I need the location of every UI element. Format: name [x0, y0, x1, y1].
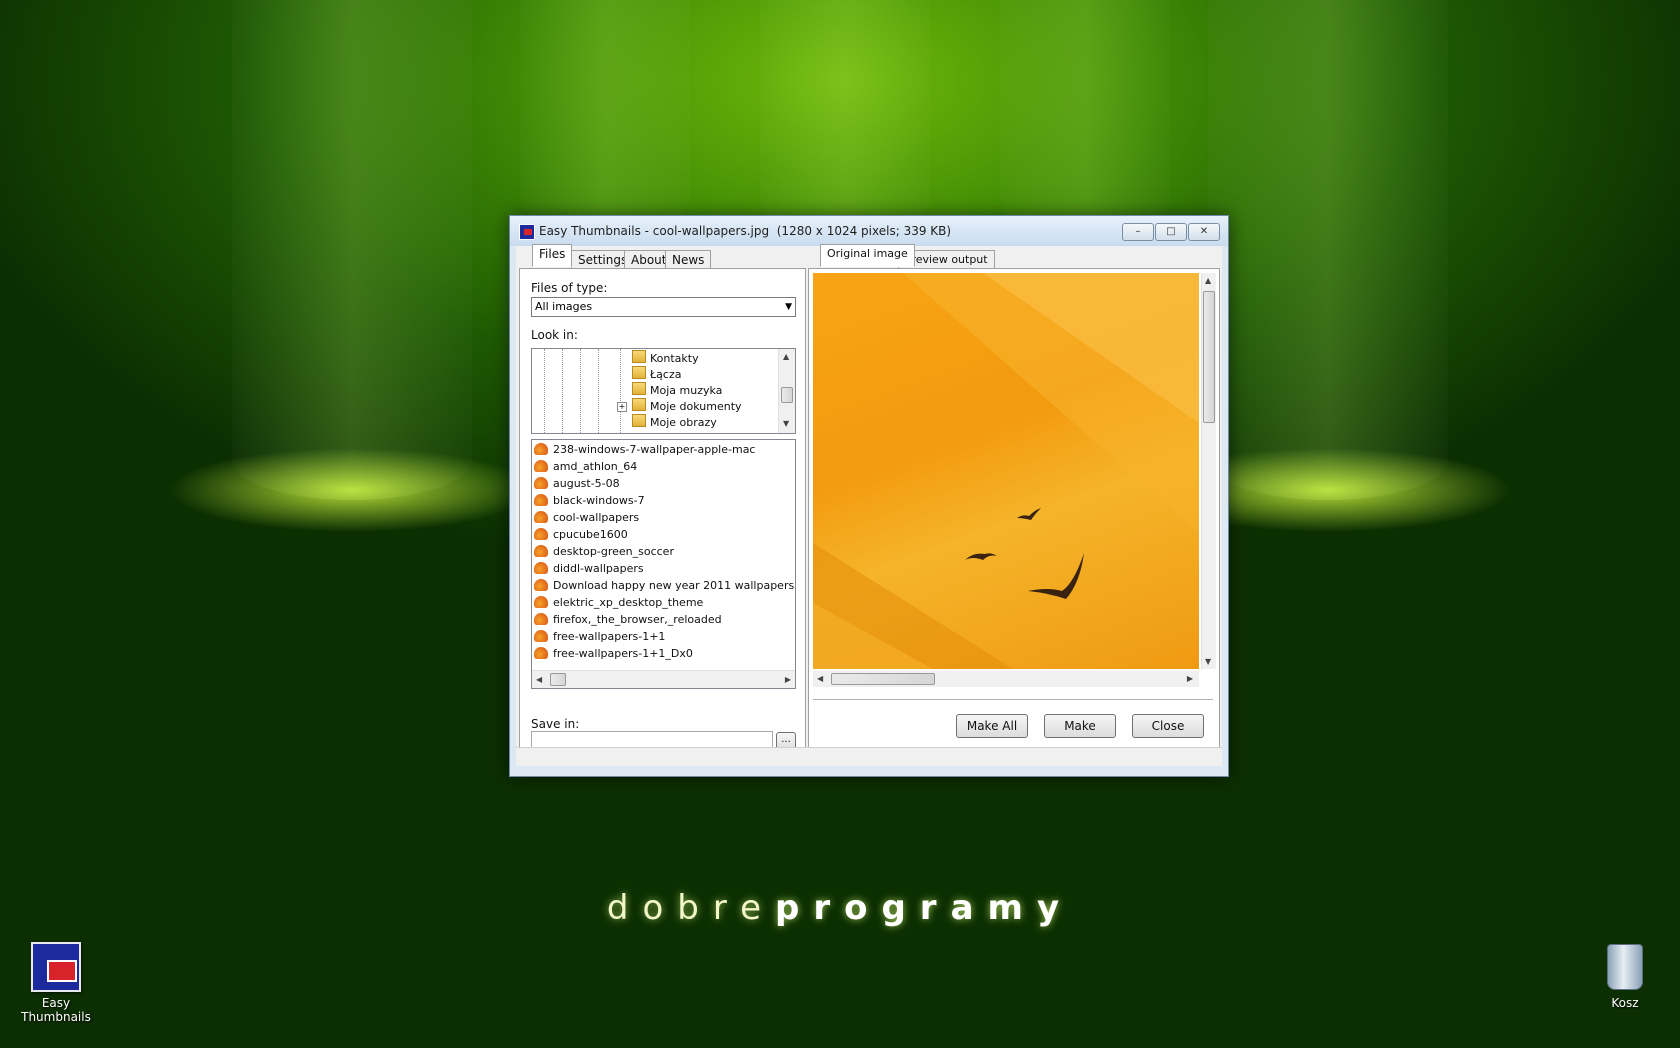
list-item[interactable]: august-5-08: [534, 475, 620, 492]
image-file-icon: [534, 545, 548, 557]
file-list: 238-windows-7-wallpaper-apple-mac amd_at…: [531, 439, 796, 689]
desktop-icon-label: Easy Thumbnails: [21, 996, 91, 1024]
wallpaper-light-pillar: [520, 0, 690, 230]
files-of-type-select[interactable]: All images ▼: [531, 297, 796, 317]
tab-news[interactable]: News: [665, 250, 712, 270]
tree-item[interactable]: Moje obrazy: [632, 414, 717, 430]
wallpaper-light-pillar: [760, 0, 930, 230]
minimize-button[interactable]: –: [1122, 223, 1154, 241]
image-file-icon: [534, 596, 548, 608]
wallpaper-brand-text: dobreprogramy: [606, 888, 1074, 928]
expand-icon[interactable]: +: [617, 402, 627, 412]
tab-original-image[interactable]: Original image: [820, 244, 915, 267]
make-all-button[interactable]: Make All: [956, 714, 1028, 738]
scroll-up-icon[interactable]: ▲: [1205, 276, 1211, 285]
scroll-right-icon[interactable]: ▶: [785, 675, 791, 684]
folder-icon: [632, 382, 646, 395]
separator: [813, 699, 1213, 700]
wallpaper-light-pillar: [1208, 0, 1448, 500]
easy-thumbnails-app-icon: [31, 942, 81, 992]
close-button[interactable]: Close: [1132, 714, 1204, 738]
folder-icon: [632, 350, 646, 363]
scroll-up-icon[interactable]: ▲: [783, 352, 789, 361]
image-file-icon: [534, 528, 548, 540]
list-item[interactable]: cool-wallpapers: [534, 509, 639, 526]
image-panel: ▲ ▼ ◀ ▶ Make All Make Close: [808, 268, 1220, 748]
list-item[interactable]: Download happy new year 2011 wallpapers …: [534, 577, 795, 594]
list-item[interactable]: cpucube1600: [534, 526, 628, 543]
wallpaper-light-pillar: [232, 0, 472, 500]
scroll-down-icon[interactable]: ▼: [1205, 657, 1211, 666]
list-item[interactable]: diddl-wallpapers: [534, 560, 644, 577]
preview-hscrollbar[interactable]: ◀ ▶: [813, 671, 1199, 687]
file-list-hscrollbar[interactable]: ◀ ▶: [532, 670, 795, 688]
image-file-icon: [534, 477, 548, 489]
folder-icon: [632, 366, 646, 379]
save-in-label: Save in:: [531, 717, 580, 731]
window-titlebar[interactable]: Easy Thumbnails - cool-wallpapers.jpg (1…: [510, 216, 1228, 246]
window-client-area: Files Settings About News Files of type:…: [516, 244, 1222, 766]
image-file-icon: [534, 647, 548, 659]
folder-icon: [632, 414, 646, 427]
desktop-recycle-bin[interactable]: Kosz: [1590, 944, 1660, 1010]
easy-thumbnails-window: Easy Thumbnails - cool-wallpapers.jpg (1…: [509, 215, 1229, 777]
tree-item[interactable]: Łącza: [632, 366, 682, 382]
list-item[interactable]: free-wallpapers-1+1: [534, 628, 665, 645]
maximize-button[interactable]: □: [1155, 223, 1187, 241]
image-file-icon: [534, 494, 548, 506]
scrollbar-thumb[interactable]: [781, 387, 793, 403]
scrollbar-thumb[interactable]: [550, 673, 566, 686]
tree-item[interactable]: Kontakty: [632, 350, 699, 366]
scroll-left-icon[interactable]: ◀: [536, 675, 542, 684]
files-panel: Files of type: All images ▼ Look in: Kont…: [519, 268, 806, 752]
list-item[interactable]: desktop-green_soccer: [534, 543, 674, 560]
original-image-preview: [813, 273, 1199, 669]
preview-vscrollbar[interactable]: ▲ ▼: [1201, 273, 1216, 669]
recycle-bin-icon: [1607, 944, 1643, 990]
scroll-right-icon[interactable]: ▶: [1187, 674, 1193, 683]
image-file-icon: [534, 613, 548, 625]
folder-icon: [632, 398, 646, 411]
desktop-shortcut-easy-thumbnails[interactable]: Easy Thumbnails: [8, 942, 104, 1024]
window-title: Easy Thumbnails - cool-wallpapers.jpg (1…: [539, 224, 952, 238]
list-item[interactable]: firefox,_the_browser,_reloaded: [534, 611, 722, 628]
tree-item[interactable]: Moje dokumenty: [632, 398, 742, 414]
make-button[interactable]: Make: [1044, 714, 1116, 738]
desktop-icon-label: Kosz: [1611, 996, 1639, 1010]
folder-tree: Kontakty Łącza Moja muzyka Moje dokument…: [531, 348, 796, 434]
app-icon: [519, 224, 535, 240]
orange-wallpaper-image: [813, 273, 1199, 669]
list-item[interactable]: elektric_xp_desktop_theme: [534, 594, 703, 611]
tree-scrollbar[interactable]: ▲ ▼: [778, 349, 795, 433]
files-of-type-label: Files of type:: [531, 281, 608, 295]
list-item[interactable]: amd_athlon_64: [534, 458, 637, 475]
image-file-icon: [534, 579, 548, 591]
chevron-down-icon: ▼: [785, 302, 792, 312]
image-file-icon: [534, 511, 548, 523]
scrollbar-thumb[interactable]: [831, 673, 935, 685]
list-item[interactable]: free-wallpapers-1+1_Dx0: [534, 645, 693, 662]
scroll-left-icon[interactable]: ◀: [817, 674, 823, 683]
status-bar: [516, 747, 1222, 766]
look-in-label: Look in:: [531, 328, 578, 342]
list-item[interactable]: 238-windows-7-wallpaper-apple-mac: [534, 441, 755, 458]
scrollbar-thumb[interactable]: [1203, 291, 1215, 423]
image-file-icon: [534, 630, 548, 642]
list-item[interactable]: black-windows-7: [534, 492, 645, 509]
scroll-down-icon[interactable]: ▼: [783, 419, 789, 428]
image-file-icon: [534, 443, 548, 455]
close-window-button[interactable]: ✕: [1188, 223, 1220, 241]
tab-files[interactable]: Files: [532, 244, 573, 267]
wallpaper-light-pillar: [1000, 0, 1170, 230]
image-file-icon: [534, 460, 548, 472]
image-file-icon: [534, 562, 548, 574]
tree-item[interactable]: Moja muzyka: [632, 382, 722, 398]
